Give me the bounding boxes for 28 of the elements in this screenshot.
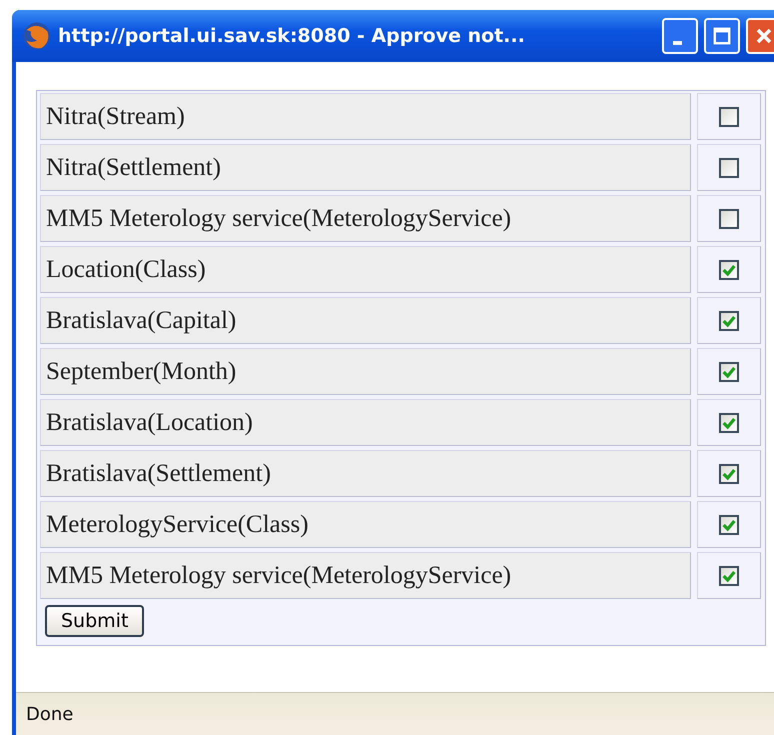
status-text: Done [26, 704, 74, 724]
item-label: MM5 Meterology service(MeterologyService) [40, 552, 691, 599]
checkbox[interactable] [719, 260, 739, 280]
submit-button[interactable]: Submit [45, 605, 144, 637]
close-button[interactable] [746, 18, 774, 54]
checkbox[interactable] [719, 106, 739, 126]
checkbox[interactable] [719, 412, 739, 432]
maximize-button[interactable] [704, 18, 740, 54]
item-label: September(Month) [40, 348, 691, 395]
item-label: Location(Class) [40, 246, 691, 293]
checkbox[interactable] [719, 208, 739, 228]
minimize-icon [672, 41, 682, 45]
item-label: MeterologyService(Class) [40, 501, 691, 548]
item-label: Bratislava(Capital) [40, 297, 691, 344]
item-label: Nitra(Stream) [40, 93, 691, 140]
checkbox[interactable] [719, 362, 739, 382]
checkbox[interactable] [719, 310, 739, 330]
minimize-button[interactable] [662, 18, 698, 54]
checkbox[interactable] [719, 158, 739, 178]
item-label: Bratislava(Location) [40, 399, 691, 446]
checkbox[interactable] [719, 464, 739, 484]
checkbox[interactable] [719, 514, 739, 534]
browser-logo-icon [22, 21, 52, 51]
item-label: Nitra(Settlement) [40, 144, 691, 191]
checkbox[interactable] [719, 566, 739, 586]
item-label: MM5 Meterology service(MeterologyService) [40, 195, 691, 242]
window-title: http://portal.ui.sav.sk:8080 - Approve not... [58, 25, 526, 47]
item-label: Bratislava(Settlement) [40, 450, 691, 497]
